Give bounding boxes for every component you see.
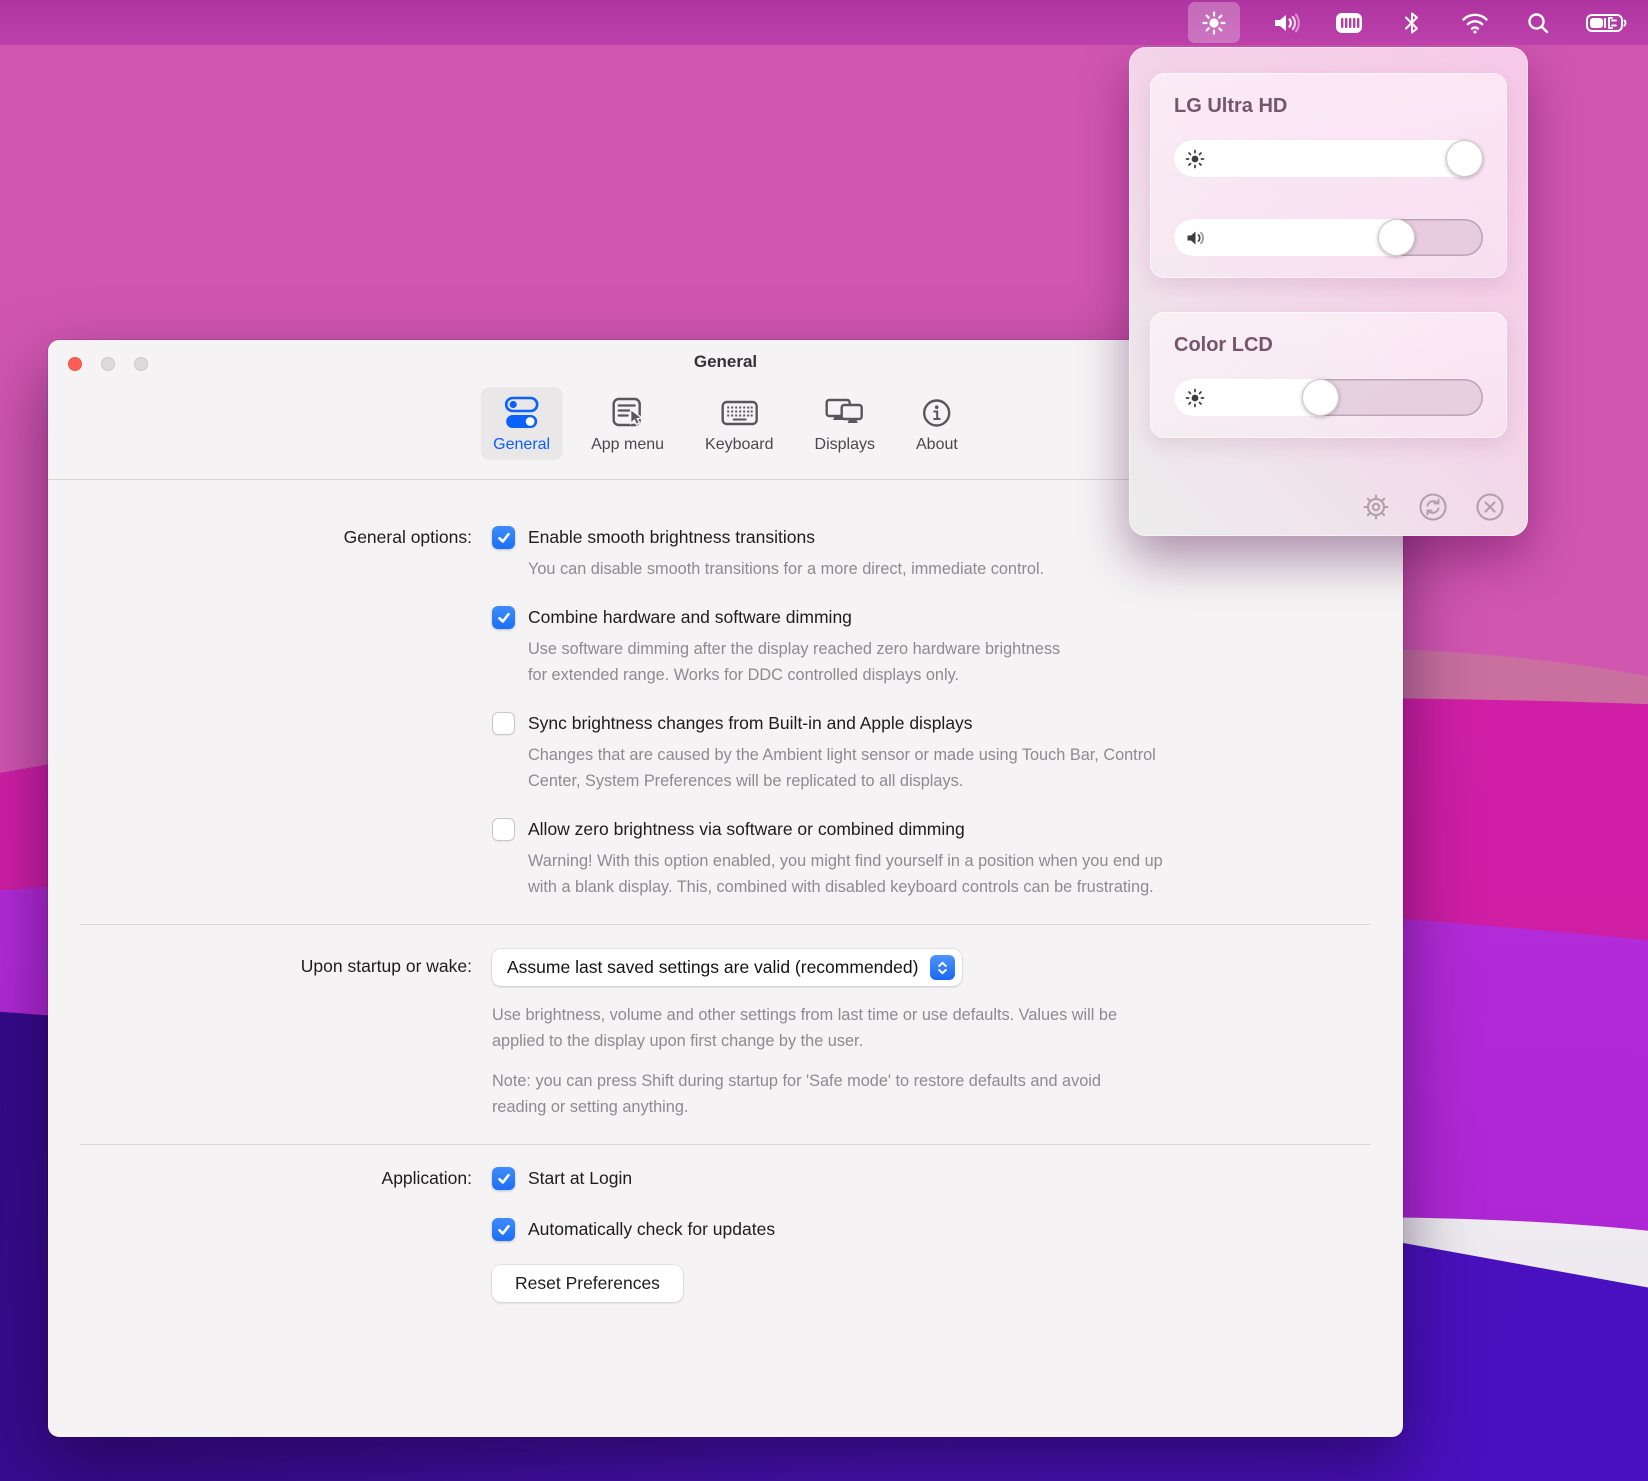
window-content: General options: Enable smooth brightnes… [48,480,1403,1302]
keyboard-icon [719,395,759,431]
settings-gear-icon[interactable] [1360,491,1392,523]
help-text: Use brightness, volume and other setting… [492,1002,1392,1054]
help-text: Changes that are caused by the Ambient l… [528,742,1392,794]
zero-brightness-checkbox[interactable] [492,818,515,841]
desktop: General General [0,0,1648,1481]
refresh-icon[interactable] [1417,491,1449,523]
section-divider [80,1144,1371,1145]
sync-brightness-checkbox[interactable] [492,712,515,735]
auto-updates-checkbox[interactable] [492,1218,515,1241]
tab-about-label: About [916,436,958,454]
menu-bar [0,0,1648,45]
checkbox-row-start-at-login: Start at Login [492,1167,1392,1190]
chevron-up-down-icon [930,955,955,980]
brightness-icon [1185,149,1205,169]
startup-section: Upon startup or wake: Assume last saved … [48,949,1403,1120]
battery-menu-icon[interactable] [1584,2,1630,43]
checkbox-label: Automatically check for updates [528,1219,775,1240]
brightness-menu-icon[interactable] [1188,2,1240,43]
brightness-slider[interactable] [1174,379,1483,416]
close-icon[interactable] [1474,491,1506,523]
toolbar-tabs: General App menu [480,387,971,460]
brightness-icon [1185,388,1205,408]
startup-select-value: Assume last saved settings are valid (re… [507,957,918,978]
app-menu-icon [610,395,646,431]
volume-menu-icon[interactable] [1269,2,1303,43]
slider-fill [1174,140,1483,177]
checkbox-row-combine-dimming: Combine hardware and software dimming [492,606,1392,629]
checkbox-row-sync-brightness: Sync brightness changes from Built-in an… [492,712,1392,735]
tab-general[interactable]: General [480,387,563,460]
checkbox-row-zero-brightness: Allow zero brightness via software or co… [492,818,1392,841]
menu-bar-status-icons [1188,2,1648,43]
display-card-lg-ultra-hd: LG Ultra HD [1150,73,1507,278]
display-name: LG Ultra HD [1174,95,1483,118]
general-options-section: General options: Enable smooth brightnes… [48,526,1403,900]
checkbox-label: Allow zero brightness via software or co… [528,819,965,840]
search-menu-icon[interactable] [1521,2,1555,43]
bluetooth-menu-icon[interactable] [1395,2,1429,43]
slider-knob[interactable] [1302,379,1339,416]
tab-app-menu[interactable]: App menu [578,387,677,460]
reset-preferences-button[interactable]: Reset Preferences [492,1265,683,1302]
combine-dimming-checkbox[interactable] [492,606,515,629]
checkbox-label: Combine hardware and software dimming [528,607,852,628]
checkbox-label: Sync brightness changes from Built-in an… [528,713,973,734]
tab-displays[interactable]: Displays [802,387,888,460]
display-card-color-lcd: Color LCD [1150,312,1507,438]
toggles-icon [503,395,541,431]
displays-icon [824,395,866,431]
smooth-transitions-checkbox[interactable] [492,526,515,549]
tab-keyboard[interactable]: Keyboard [692,387,787,460]
checkbox-row-auto-updates: Automatically check for updates [492,1218,1392,1241]
help-text: Use software dimming after the display r… [528,636,1392,688]
general-options-label: General options: [48,526,492,900]
slider-knob[interactable] [1446,140,1483,177]
tab-keyboard-label: Keyboard [705,436,774,454]
application-label: Application: [48,1167,492,1302]
section-divider [80,924,1371,925]
displays-popup: LG Ultra HD [1129,47,1528,536]
info-icon [921,395,953,431]
tab-general-label: General [493,436,550,454]
start-at-login-checkbox[interactable] [492,1167,515,1190]
volume-icon [1185,229,1207,247]
startup-select[interactable]: Assume last saved settings are valid (re… [492,949,962,986]
tab-about[interactable]: About [903,387,971,460]
volume-slider[interactable] [1174,219,1483,256]
note-text: Note: you can press Shift during startup… [492,1068,1392,1120]
startup-label: Upon startup or wake: [48,949,492,1120]
application-section: Application: Start at Login Automaticall… [48,1167,1403,1302]
wifi-menu-icon[interactable] [1458,2,1492,43]
display-meter-menu-icon[interactable] [1332,2,1366,43]
help-text: You can disable smooth transitions for a… [528,556,1392,582]
display-name: Color LCD [1174,334,1483,357]
help-text: Warning! With this option enabled, you m… [528,848,1392,900]
tab-displays-label: Displays [815,436,875,454]
checkbox-label: Enable smooth brightness transitions [528,527,815,548]
tab-app-menu-label: App menu [591,436,664,454]
popup-footer [1360,491,1506,523]
slider-knob[interactable] [1378,219,1415,256]
checkbox-label: Start at Login [528,1168,632,1189]
brightness-slider[interactable] [1174,140,1483,177]
